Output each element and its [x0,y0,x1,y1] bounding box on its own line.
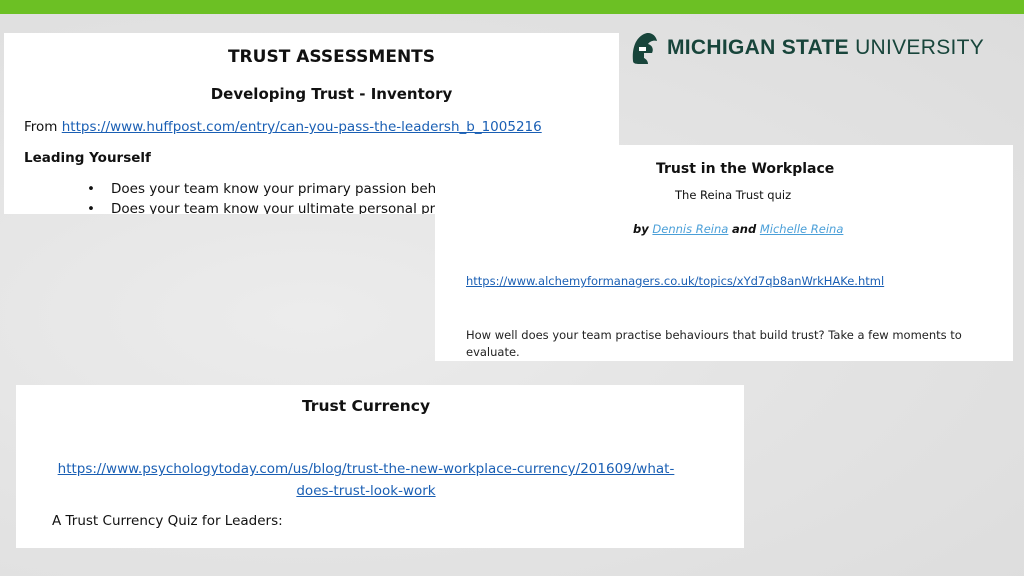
and-label: and [732,222,757,236]
workplace-authors: by Dennis Reina and Michelle Reina [633,222,843,236]
huffpost-link[interactable]: https://www.huffpost.com/entry/can-you-p… [62,119,542,135]
msu-logo: MICHIGAN STATE UNIVERSITY [630,31,984,65]
section-heading: Leading Yourself [24,150,151,166]
workplace-description: How well does your team practise behavio… [466,328,962,359]
currency-source: https://www.psychologytoday.com/us/blog/… [48,458,684,502]
currency-quiz-label: A Trust Currency Quiz for Leaders: [52,513,283,529]
currency-card: Trust Currency https://www.psychologytod… [16,385,744,548]
inventory-subtitle: Developing Trust - Inventory [210,85,453,103]
page-title: TRUST ASSESSMENTS [227,47,436,67]
alchemy-link[interactable]: https://www.alchemyformanagers.co.uk/top… [466,274,884,288]
workplace-title: Trust in the Workplace [656,161,835,177]
inventory-source: From https://www.huffpost.com/entry/can-… [24,119,542,135]
author-link-michelle[interactable]: Michelle Reina [760,222,844,236]
bullet-icon: • [87,181,95,197]
workplace-card: Trust in the Workplace The Reina Trust q… [435,145,1013,361]
msu-wordmark-regular: UNIVERSITY [855,36,985,59]
msu-wordmark-bold: MICHIGAN STATE [667,36,849,59]
psychologytoday-link[interactable]: https://www.psychologytoday.com/us/blog/… [58,461,675,499]
by-label: by [633,222,649,236]
top-accent-bar [0,0,1024,14]
from-label: From [24,119,58,135]
workplace-subtitle: The Reina Trust quiz [675,188,792,202]
msu-wordmark: MICHIGAN STATE UNIVERSITY [667,36,984,60]
currency-title: Trust Currency [301,397,431,415]
author-link-dennis[interactable]: Dennis Reina [652,222,728,236]
bullet-icon: • [87,201,95,214]
spartan-helmet-icon [632,32,657,64]
